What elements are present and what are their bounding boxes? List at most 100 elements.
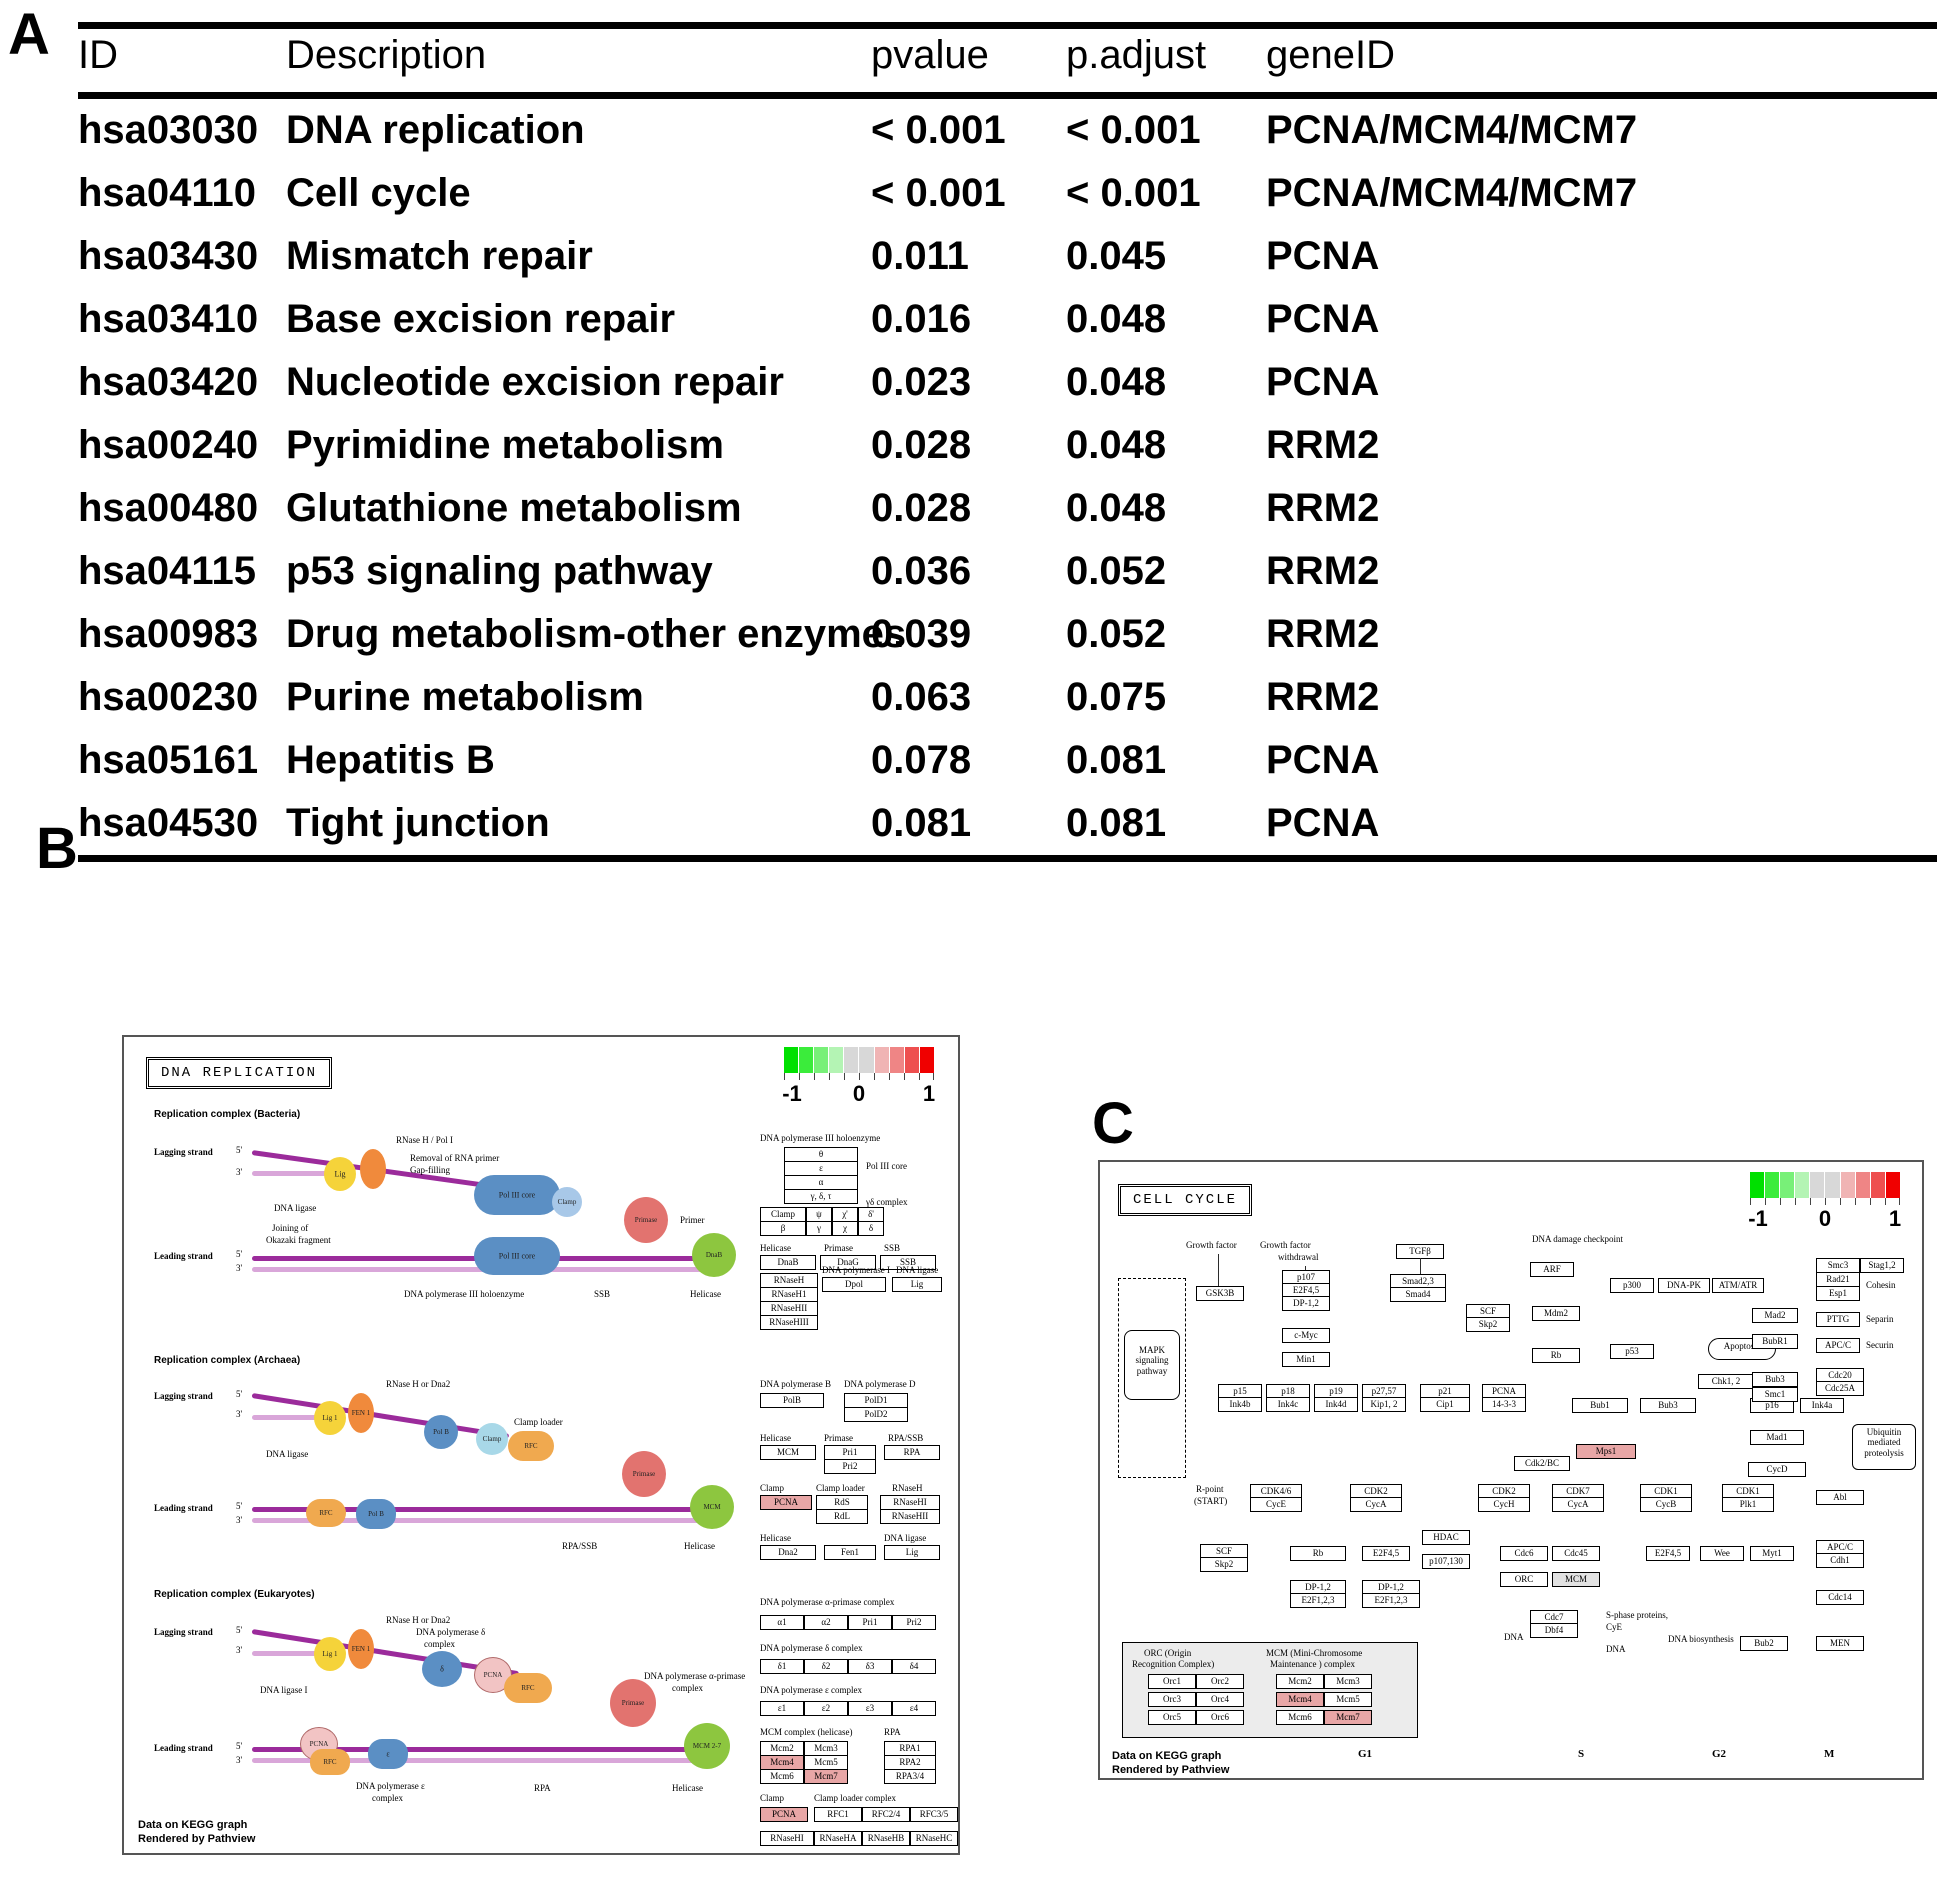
node-chk12[interactable]: Chk1, 2 [1698, 1374, 1754, 1389]
node-skp2-top[interactable]: Skp2 [1466, 1317, 1510, 1332]
node-rpa2[interactable]: RPA2 [884, 1755, 936, 1770]
node-rb-top[interactable]: Rb [1532, 1348, 1580, 1363]
node-rb-bot[interactable]: E2F4,5 [1362, 1546, 1410, 1561]
node-mcm6[interactable]: Mcm6 [760, 1769, 804, 1784]
node-dbf4[interactable]: Dbf4 [1530, 1623, 1578, 1638]
node-rnasehi-a[interactable]: RNaseHI [880, 1495, 940, 1510]
node-rnasehii[interactable]: RNaseHII [760, 1301, 818, 1316]
node-pold1[interactable]: PolD1 [844, 1393, 908, 1408]
node-rnasehi-e[interactable]: RNaseHI [760, 1831, 814, 1846]
node-cdh1[interactable]: Cdh1 [1816, 1553, 1864, 1568]
node-p18[interactable]: p19 [1314, 1384, 1358, 1398]
node-eps1[interactable]: ε1 [760, 1701, 804, 1716]
node-abl[interactable]: HDAC [1422, 1530, 1470, 1545]
node-gamma[interactable]: γ [806, 1221, 832, 1236]
node-atm-atr[interactable]: ATM/ATR [1712, 1278, 1764, 1293]
node-dna2-a[interactable]: Dna2 [760, 1545, 816, 1560]
node-rfc1[interactable]: RFC1 [814, 1807, 862, 1822]
node-mps1[interactable]: Mad2 [1752, 1308, 1798, 1323]
node-pri1-e[interactable]: Pri1 [848, 1615, 892, 1630]
node-mad2[interactable]: Bub3 [1752, 1372, 1798, 1387]
node-rnaseh[interactable]: RNaseH [760, 1273, 818, 1288]
node-rnaseha[interactable]: RNaseHA [814, 1831, 862, 1846]
node-p21[interactable]: PCNA [1482, 1384, 1526, 1398]
node-rnaseh1[interactable]: RNaseH1 [760, 1287, 818, 1302]
node-eps4[interactable]: ε4 [892, 1701, 936, 1716]
node-bub3-top[interactable]: Ink4a [1800, 1398, 1844, 1413]
node-pri2[interactable]: Pri2 [824, 1459, 876, 1474]
node-epsilon[interactable]: ε [784, 1161, 858, 1176]
node-wee[interactable]: Wee [1700, 1546, 1744, 1561]
node-cyce[interactable]: CDK2 [1350, 1484, 1402, 1498]
node-gsk3b[interactable]: GSK3B [1196, 1286, 1244, 1301]
node-eps2[interactable]: ε2 [804, 1701, 848, 1716]
node-alpha2[interactable]: α2 [804, 1615, 848, 1630]
node-theta[interactable]: θ [784, 1147, 858, 1162]
node-cycb[interactable]: CDK1 [1722, 1484, 1774, 1498]
node-cdc25a[interactable]: Cdk2/BC [1514, 1456, 1570, 1471]
node-mcm[interactable]: MCM [1552, 1572, 1600, 1587]
node-cdk1-m[interactable]: Plk1 [1722, 1497, 1774, 1512]
node-delta-b[interactable]: δ [858, 1221, 884, 1236]
node-rdl[interactable]: RdL [816, 1509, 868, 1524]
node-rnasehb[interactable]: RNaseHB [862, 1831, 910, 1846]
node-delta4[interactable]: δ4 [892, 1659, 936, 1674]
node-bubr1[interactable]: Smc1 [1752, 1387, 1798, 1402]
node-ubiquitin-proteolysis[interactable]: Ubiquitin mediated proteolysis [1852, 1424, 1916, 1470]
node-cyca-g2[interactable]: CDK1 [1640, 1484, 1692, 1498]
node-cdc20-top[interactable]: Cdc25A [1816, 1381, 1864, 1396]
node-pcna-archaea[interactable]: PCNA [760, 1495, 812, 1510]
node-orc4[interactable]: Orc4 [1196, 1692, 1244, 1707]
node-smad23[interactable]: Smad2,3 [1390, 1274, 1446, 1288]
node-pttg[interactable]: APC/C [1816, 1338, 1860, 1353]
node-rds[interactable]: RdS [816, 1495, 868, 1510]
node-orc5[interactable]: Orc5 [1148, 1710, 1196, 1725]
node-cip1[interactable]: 14-3-3 [1482, 1397, 1526, 1412]
node-delta-prime[interactable]: δ' [858, 1207, 884, 1222]
node-cdc45[interactable]: Cdc45 [1552, 1546, 1600, 1561]
node-cdc14[interactable]: Cdc14 [1816, 1590, 1864, 1605]
node-orc3[interactable]: Orc3 [1148, 1692, 1196, 1707]
node-smad4[interactable]: Smad4 [1390, 1287, 1446, 1302]
node-esp1[interactable]: PTTG [1816, 1312, 1860, 1327]
node-rnasehc[interactable]: RNaseHC [910, 1831, 958, 1846]
node-eps3[interactable]: ε3 [848, 1701, 892, 1716]
node-smc1[interactable]: Smc3 [1816, 1258, 1860, 1273]
node-smc3[interactable]: Stag1,2 [1860, 1258, 1904, 1273]
node-mcm4-c[interactable]: Mcm4 [1276, 1692, 1324, 1707]
node-orc[interactable]: ORC [1500, 1572, 1548, 1587]
node-mcm2-c[interactable]: Mcm2 [1276, 1674, 1324, 1689]
node-rpa1[interactable]: RPA1 [884, 1741, 936, 1756]
node-cdk2-a[interactable]: CycH [1478, 1497, 1530, 1512]
node-tgfb[interactable]: TGFβ [1396, 1244, 1444, 1259]
node-lig-b[interactable]: Lig [892, 1277, 942, 1292]
node-hdac[interactable]: p107,130 [1422, 1554, 1470, 1569]
node-cdk2-e[interactable]: CycA [1350, 1497, 1402, 1512]
node-mcm3-c[interactable]: Mcm3 [1324, 1674, 1372, 1689]
node-dpol[interactable]: Dpol [822, 1277, 886, 1292]
node-rfc35[interactable]: RFC3/5 [910, 1807, 958, 1822]
node-ink4b[interactable]: Ink4c [1266, 1397, 1310, 1412]
node-alpha1[interactable]: α1 [760, 1615, 804, 1630]
node-beta[interactable]: β [760, 1221, 806, 1236]
node-p107130[interactable]: Rb [1290, 1546, 1346, 1561]
node-gadd45[interactable]: Bub1 [1572, 1398, 1628, 1413]
node-p53[interactable]: p53 [1610, 1344, 1654, 1359]
node-fen1-a[interactable]: Fen1 [824, 1545, 876, 1560]
node-mcm3[interactable]: Mcm3 [804, 1741, 848, 1756]
node-cdc6[interactable]: Cdc6 [1500, 1546, 1548, 1561]
node-e2f123[interactable]: DP-1,2 [1362, 1580, 1420, 1594]
node-bub2[interactable]: Bub2 [1740, 1636, 1788, 1651]
node-men[interactable]: MEN [1816, 1636, 1864, 1651]
node-ink4d[interactable]: Kip1, 2 [1362, 1397, 1406, 1412]
node-mdm2[interactable]: Mdm2 [1532, 1306, 1580, 1321]
node-dnapk[interactable]: DNA-PK [1658, 1278, 1710, 1293]
node-cdk1-g2[interactable]: CycB [1640, 1497, 1692, 1512]
node-mcm5[interactable]: Mcm5 [804, 1755, 848, 1770]
node-cycd[interactable]: CDK4/6 [1250, 1484, 1302, 1498]
node-skp2-bot[interactable]: Skp2 [1200, 1557, 1248, 1572]
node-ink4c[interactable]: Ink4d [1314, 1397, 1358, 1412]
node-delta1[interactable]: δ1 [760, 1659, 804, 1674]
node-min1[interactable]: Min1 [1282, 1352, 1330, 1367]
node-p19[interactable]: p27,57 [1362, 1384, 1406, 1398]
